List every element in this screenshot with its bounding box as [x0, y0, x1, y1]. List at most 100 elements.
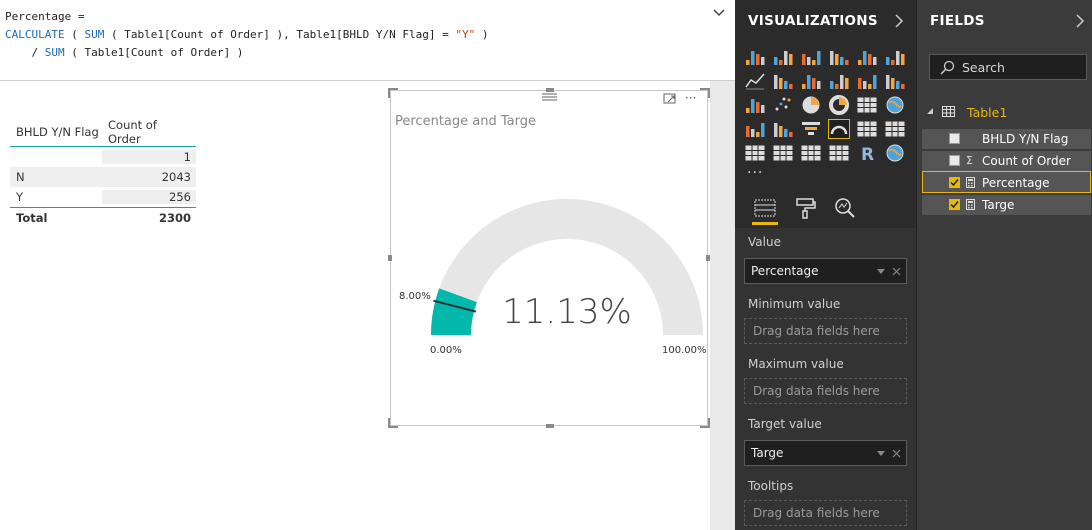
area-chart-icon[interactable]	[772, 71, 794, 91]
collapse-fields-icon[interactable]	[1075, 14, 1085, 28]
table-cell: Y	[16, 190, 24, 204]
field-item-targe[interactable]: Targe	[922, 195, 1091, 215]
table-icon[interactable]	[800, 143, 822, 163]
donut-icon[interactable]	[828, 95, 850, 115]
collapse-visualizations-icon[interactable]	[894, 14, 904, 28]
fields-pane: FIELDS Search Table1 BHLD Y/N Flag Σ Cou…	[916, 0, 1092, 530]
card-icon[interactable]	[856, 119, 878, 139]
stacked-column-icon[interactable]	[772, 47, 794, 67]
search-icon	[940, 60, 955, 75]
resize-handle-top[interactable]	[546, 88, 554, 92]
pie-icon[interactable]	[800, 95, 822, 115]
table-total-row: Total 2300	[10, 207, 196, 228]
column-header-count[interactable]: Count of Order	[102, 118, 196, 146]
resize-handle-bottom[interactable]	[546, 424, 554, 428]
formula-text: (	[64, 28, 85, 41]
format-paint-roller-icon[interactable]	[795, 197, 817, 219]
formula-text: ( Table1[Count of Order] )	[64, 46, 244, 59]
chevron-down-icon[interactable]	[712, 6, 726, 20]
resize-handle-top-right[interactable]	[700, 88, 710, 98]
expand-collapse-icon[interactable]	[927, 108, 934, 115]
well-label-max: Maximum value	[748, 357, 844, 371]
drop-placeholder: Drag data fields here	[753, 384, 880, 398]
waterfall-icon[interactable]	[744, 95, 766, 115]
scatter-icon[interactable]	[772, 95, 794, 115]
funnel-icon[interactable]	[800, 119, 822, 139]
line-column-icon[interactable]	[828, 71, 850, 91]
gauge-title: Percentage and Targe	[395, 114, 536, 129]
table-visual[interactable]: BHLD Y/N Flag Count of Order 1 N 2043 Y …	[10, 118, 196, 228]
map-icon[interactable]	[884, 95, 906, 115]
tooltips-well[interactable]: Drag data fields here	[744, 500, 907, 526]
stacked-area-icon[interactable]	[800, 71, 822, 91]
field-item-count-of-order[interactable]: Σ Count of Order	[922, 151, 1091, 171]
well-label-value: Value	[748, 235, 781, 249]
100-bar-icon[interactable]	[856, 47, 878, 67]
line-chart-icon[interactable]	[744, 71, 766, 91]
chevron-down-icon[interactable]	[877, 269, 885, 275]
line-clustered-icon[interactable]	[856, 71, 878, 91]
formula-keyword: CALCULATE	[5, 28, 65, 41]
ribbon-icon[interactable]	[884, 71, 906, 91]
filled-map-icon[interactable]	[744, 119, 766, 139]
table-row: Y 256	[10, 187, 196, 207]
gauge-visual[interactable]: ··· Percentage and Targe 11.13% 8.00% 0.…	[388, 88, 710, 428]
field-item-bhld-flag[interactable]: BHLD Y/N Flag	[922, 129, 1091, 149]
field-label: Targe	[982, 198, 1015, 212]
clustered-bar-icon[interactable]	[800, 47, 822, 67]
maximum-value-well[interactable]: Drag data fields here	[744, 378, 907, 404]
gauge-icon[interactable]	[828, 119, 850, 139]
resize-handle-right[interactable]	[706, 255, 710, 261]
field-checkbox[interactable]	[949, 155, 960, 166]
100-column-icon[interactable]	[884, 47, 906, 67]
focus-mode-icon[interactable]	[663, 93, 676, 104]
table-header: BHLD Y/N Flag Count of Order	[10, 118, 196, 147]
field-item-percentage[interactable]: Percentage	[922, 171, 1091, 193]
field-search-box[interactable]: Search	[929, 54, 1087, 80]
multirow-card-icon[interactable]	[884, 119, 906, 139]
field-checkbox-checked[interactable]	[949, 177, 960, 188]
kpi-icon[interactable]	[744, 143, 766, 163]
column-header-flag[interactable]: BHLD Y/N Flag	[10, 125, 102, 139]
r-visual-icon[interactable]: R	[856, 143, 878, 163]
treemap-icon[interactable]	[856, 95, 878, 115]
resize-handle-top-left[interactable]	[388, 88, 398, 98]
table-icon	[942, 106, 955, 117]
globe-icon[interactable]	[884, 143, 906, 163]
total-value: 2300	[158, 211, 191, 225]
fields-tab-icon[interactable]	[754, 198, 776, 218]
search-placeholder: Search	[962, 60, 1005, 75]
remove-field-icon[interactable]	[892, 449, 901, 458]
drag-grip-icon[interactable]	[542, 93, 557, 101]
field-wells: Value Percentage Minimum value Drag data…	[735, 228, 916, 530]
value-field-well[interactable]: Percentage	[744, 258, 907, 284]
resize-handle-bottom-left[interactable]	[388, 418, 398, 428]
matrix-icon[interactable]	[828, 143, 850, 163]
field-checkbox-checked[interactable]	[949, 199, 960, 210]
stacked-bar-icon[interactable]	[744, 47, 766, 67]
table-node[interactable]: Table1	[917, 102, 1092, 122]
target-value-well[interactable]: Targe	[744, 440, 907, 466]
clustered-column-icon[interactable]	[828, 47, 850, 67]
formula-keyword: SUM	[84, 28, 105, 41]
formula-text: ( Table1[Count of Order] ), Table1[BHLD …	[104, 28, 456, 41]
chevron-down-icon[interactable]	[877, 451, 885, 457]
resize-handle-left[interactable]	[388, 255, 392, 261]
remove-field-icon[interactable]	[892, 267, 901, 276]
formula-line-3: / SUM ( Table1[Count of Order] )	[5, 46, 243, 59]
more-visuals-icon[interactable]: ···	[747, 165, 763, 181]
analytics-magnifier-icon[interactable]	[834, 197, 856, 219]
minimum-value-well[interactable]: Drag data fields here	[744, 318, 907, 344]
resize-handle-bottom-right[interactable]	[700, 418, 710, 428]
formula-text: /	[5, 46, 45, 59]
field-checkbox[interactable]	[949, 133, 960, 144]
shape-map-icon[interactable]	[772, 119, 794, 139]
slicer-icon[interactable]	[772, 143, 794, 163]
formula-bar[interactable]: Percentage = CALCULATE ( SUM ( Table1[Co…	[0, 0, 735, 81]
field-label: BHLD Y/N Flag	[982, 132, 1069, 146]
drop-placeholder: Drag data fields here	[753, 324, 880, 338]
svg-text:R: R	[861, 145, 874, 163]
more-options-icon[interactable]: ···	[685, 91, 696, 105]
formula-keyword: SUM	[44, 46, 65, 59]
visualizations-title: VISUALIZATIONS	[748, 13, 878, 29]
